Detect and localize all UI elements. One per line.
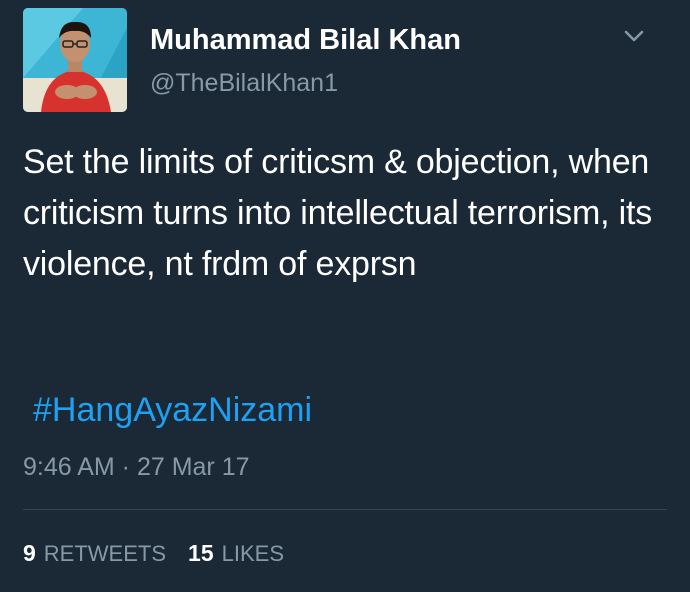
tweet-timestamp[interactable]: 9:46 AM · 27 Mar 17: [23, 453, 250, 482]
avatar-image: [23, 8, 127, 112]
retweets-label: RETWEETS: [43, 541, 167, 566]
hashtag-link[interactable]: #HangAyazNizami: [33, 391, 312, 430]
retweets-stat[interactable]: 9 RETWEETS: [23, 540, 166, 567]
divider: [23, 509, 667, 510]
likes-label: LIKES: [221, 541, 284, 566]
avatar[interactable]: [23, 8, 127, 112]
tweet-text: Set the limits of criticsm & objection, …: [23, 143, 652, 283]
retweets-count: 9: [23, 540, 36, 566]
tweet-detail: Muhammad Bilal Khan @TheBilalKhan1 Set t…: [0, 0, 690, 592]
author-display-name[interactable]: Muhammad Bilal Khan: [150, 24, 461, 57]
tweet-stats: 9 RETWEETS 15 LIKES: [23, 540, 306, 567]
author-handle[interactable]: @TheBilalKhan1: [150, 69, 338, 98]
likes-stat[interactable]: 15 LIKES: [188, 540, 284, 567]
chevron-down-icon[interactable]: [622, 26, 646, 46]
likes-count: 15: [188, 540, 214, 566]
